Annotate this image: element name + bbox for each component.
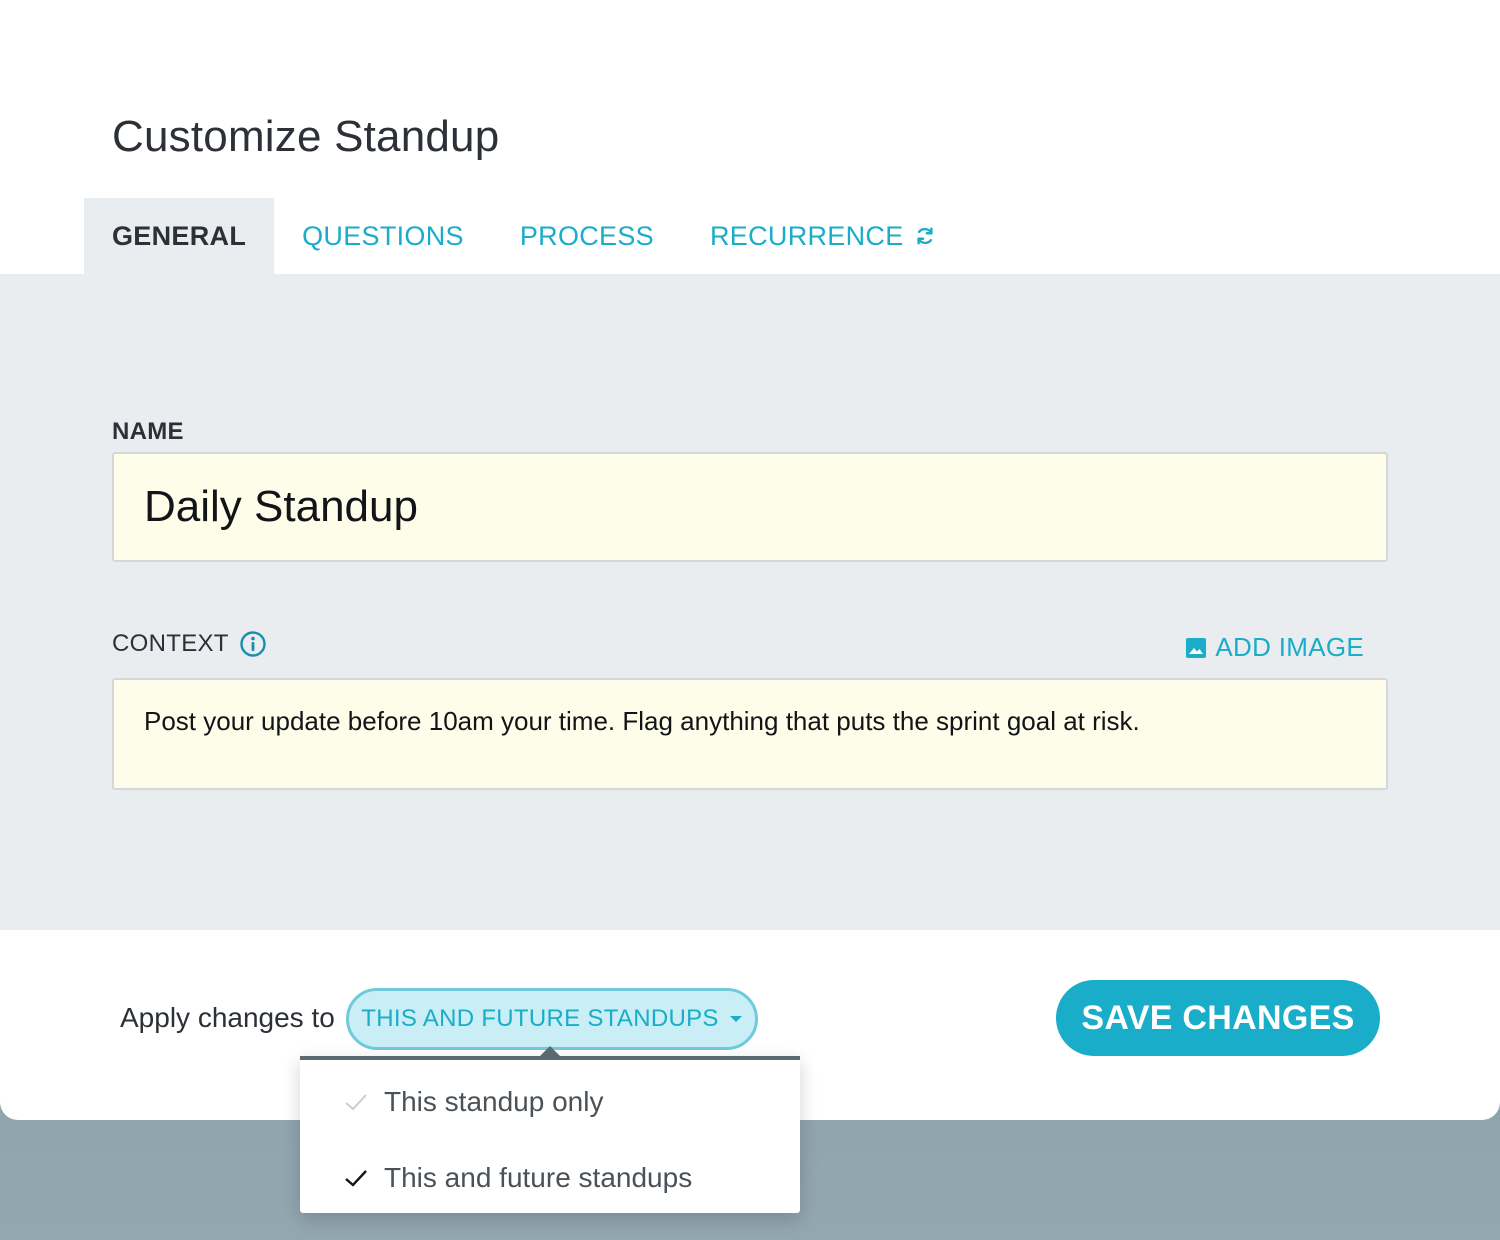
apply-scope-dropdown[interactable]: THIS AND FUTURE STANDUPS <box>346 988 758 1050</box>
check-icon <box>344 1168 370 1188</box>
name-label: NAME <box>112 418 184 445</box>
refresh-icon <box>914 225 936 247</box>
menu-option-this-standup-only[interactable]: This standup only <box>300 1064 800 1140</box>
tab-process-label: PROCESS <box>519 220 654 251</box>
caret-down-icon <box>729 1014 743 1024</box>
name-field-value: Daily Standup <box>144 482 418 531</box>
apply-scope-value: THIS AND FUTURE STANDUPS <box>361 1005 719 1032</box>
menu-option-label: This and future standups <box>384 1162 693 1193</box>
tab-general[interactable]: GENERAL <box>84 198 275 274</box>
context-label-row: CONTEXT <box>112 630 267 658</box>
dialog-title: Customize Standup <box>112 112 500 161</box>
save-changes-button[interactable]: SAVE CHANGES <box>1056 980 1380 1056</box>
image-icon <box>1185 637 1207 659</box>
tab-bar: GENERAL QUESTIONS PROCESS RECURRENCE <box>84 198 964 274</box>
add-image-label: ADD IMAGE <box>1215 632 1364 662</box>
tab-general-label: GENERAL <box>112 220 247 251</box>
tab-recurrence[interactable]: RECURRENCE <box>682 198 964 274</box>
tab-questions-label: QUESTIONS <box>302 220 464 251</box>
tab-recurrence-label: RECURRENCE <box>709 220 904 251</box>
context-field-value: Post your update before 10am your time. … <box>144 706 1140 736</box>
tab-questions[interactable]: QUESTIONS <box>274 198 492 274</box>
info-icon[interactable] <box>239 630 267 658</box>
apply-changes-label: Apply changes to <box>120 1002 335 1033</box>
tab-process[interactable]: PROCESS <box>492 198 682 274</box>
apply-scope-menu: This standup only This and future standu… <box>300 1046 800 1216</box>
customize-standup-dialog: Customize Standup GENERAL QUESTIONS PROC… <box>0 0 1500 1120</box>
menu-option-label: This standup only <box>384 1086 604 1117</box>
add-image-button[interactable]: ADD IMAGE <box>1185 632 1364 663</box>
context-label: CONTEXT <box>112 630 229 657</box>
context-field[interactable]: Post your update before 10am your time. … <box>112 678 1388 790</box>
name-field[interactable]: Daily Standup <box>112 452 1388 562</box>
menu-option-this-and-future[interactable]: This and future standups <box>300 1140 800 1216</box>
check-icon <box>344 1092 370 1112</box>
save-changes-label: SAVE CHANGES <box>1081 998 1355 1037</box>
menu-pointer <box>540 1046 560 1056</box>
general-tab-panel: NAME Daily Standup CONTEXT ADD IMAGE Pos… <box>0 274 1500 930</box>
